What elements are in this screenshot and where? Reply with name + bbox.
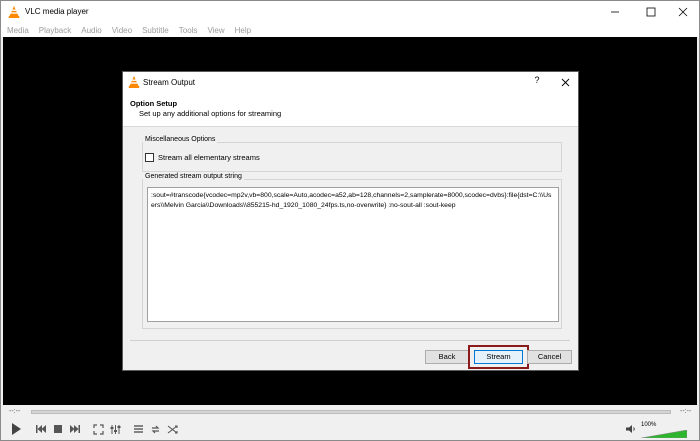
menu-tools[interactable]: Tools	[179, 26, 198, 35]
menu-subtitle[interactable]: Subtitle	[142, 26, 169, 35]
vlc-window: VLC media player Media Playback Audio Vi…	[0, 0, 700, 441]
skip-forward-icon	[70, 425, 80, 433]
next-button[interactable]	[67, 420, 83, 438]
vlc-cone-icon	[8, 6, 20, 18]
previous-button[interactable]	[33, 420, 49, 438]
skip-back-icon	[36, 425, 46, 433]
play-button[interactable]	[7, 420, 25, 438]
menu-video[interactable]: Video	[112, 26, 132, 35]
playback-controls: 100%	[1, 419, 699, 440]
fullscreen-button[interactable]	[90, 420, 106, 438]
window-title: VLC media player	[25, 7, 89, 16]
minimize-icon	[611, 11, 619, 13]
seek-row: --:-- --:--	[1, 405, 699, 419]
back-button[interactable]: Back	[425, 350, 469, 364]
playlist-button[interactable]	[130, 420, 146, 438]
menu-bar: Media Playback Audio Video Subtitle Tool…	[1, 23, 699, 37]
output-string-textarea[interactable]: :sout=#transcode{vcodec=mp2v,vb=800,scal…	[147, 187, 559, 322]
section-title: Option Setup	[130, 99, 178, 108]
close-icon	[561, 78, 569, 86]
misc-options-label: Miscellaneous Options	[143, 136, 218, 143]
divider	[130, 340, 570, 341]
speaker-icon	[625, 425, 635, 433]
volume-slider[interactable]	[641, 430, 687, 438]
time-elapsed: --:--	[9, 408, 21, 415]
section-subtitle: Set up any additional options for stream…	[139, 109, 282, 118]
stream-button[interactable]: Stream	[474, 350, 523, 364]
dialog-title-bar: Stream Output ?	[123, 72, 578, 92]
option-setup-header: Option Setup Set up any additional optio…	[123, 92, 578, 127]
menu-help[interactable]: Help	[235, 26, 251, 35]
cancel-button[interactable]: Cancel	[527, 350, 572, 364]
playlist-icon	[133, 425, 143, 433]
vlc-cone-icon	[128, 76, 140, 88]
fullscreen-icon	[92, 423, 104, 435]
loop-icon	[151, 425, 159, 433]
stream-all-label[interactable]: Stream all elementary streams	[158, 153, 260, 162]
generated-string-label: Generated stream output string	[143, 173, 244, 180]
mute-button[interactable]	[623, 420, 637, 438]
stop-icon	[54, 425, 62, 433]
close-icon	[678, 7, 688, 17]
maximize-button[interactable]	[633, 1, 669, 23]
stop-button[interactable]	[50, 420, 66, 438]
dialog-title: Stream Output	[143, 78, 196, 87]
extended-settings-button[interactable]	[107, 420, 123, 438]
stream-output-dialog: Stream Output ? Option Setup Set up any …	[122, 71, 579, 371]
close-button[interactable]	[665, 1, 699, 23]
menu-playback[interactable]: Playback	[39, 26, 71, 35]
loop-button[interactable]	[147, 420, 163, 438]
minimize-button[interactable]	[597, 1, 633, 23]
dialog-close-button[interactable]	[555, 74, 575, 90]
menu-audio[interactable]: Audio	[81, 26, 101, 35]
play-icon	[12, 423, 21, 435]
menu-view[interactable]: View	[207, 26, 224, 35]
stream-all-checkbox[interactable]	[145, 153, 154, 162]
time-total: --:--	[680, 408, 692, 415]
equalizer-icon	[110, 424, 120, 434]
shuffle-button[interactable]	[164, 420, 180, 438]
menu-media[interactable]: Media	[7, 26, 29, 35]
title-bar: VLC media player	[1, 1, 699, 23]
maximize-icon	[646, 7, 656, 17]
volume-percent: 100%	[641, 422, 657, 428]
dialog-body: Option Setup Set up any additional optio…	[123, 92, 578, 370]
shuffle-icon	[167, 424, 178, 434]
seek-slider[interactable]	[31, 410, 671, 414]
help-button[interactable]: ?	[527, 75, 547, 89]
